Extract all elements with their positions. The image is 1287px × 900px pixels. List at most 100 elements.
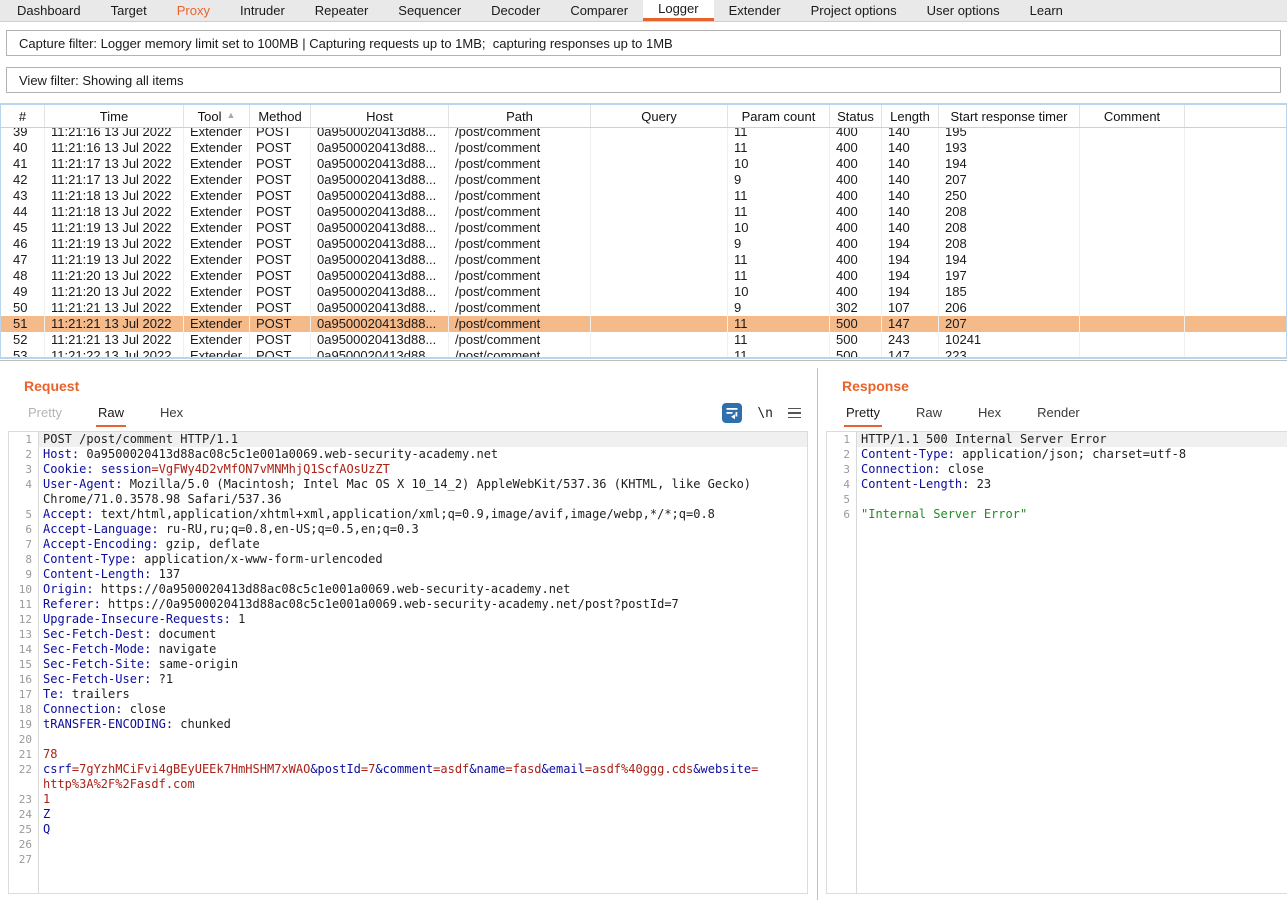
newline-icon[interactable]: \n bbox=[757, 406, 773, 421]
menu-tab-project-options[interactable]: Project options bbox=[796, 0, 912, 21]
cell-host: 0a9500020413d88... bbox=[311, 316, 449, 332]
cell-start-response-timer: 197 bbox=[939, 268, 1080, 284]
request-line-7: 7Accept-Encoding: gzip, deflate bbox=[9, 537, 807, 552]
cell-query bbox=[591, 220, 728, 236]
code-text: Content-Type: application/x-www-form-url… bbox=[39, 552, 807, 567]
table-row-40[interactable]: 4011:21:16 13 Jul 2022ExtenderPOST0a9500… bbox=[1, 140, 1286, 156]
header-label: Start response timer bbox=[950, 109, 1067, 124]
header-cell-path[interactable]: Path bbox=[449, 105, 591, 127]
menu-tab-sequencer[interactable]: Sequencer bbox=[383, 0, 476, 21]
capture-filter-bar[interactable]: Capture filter: Logger memory limit set … bbox=[6, 30, 1281, 56]
line-number: 15 bbox=[9, 657, 39, 672]
code-segment: = bbox=[751, 762, 758, 776]
menu-tab-proxy[interactable]: Proxy bbox=[162, 0, 225, 21]
table-row-53[interactable]: 5311:21:22 13 Jul 2022ExtenderPOST0a9500… bbox=[1, 348, 1286, 357]
table-row-52[interactable]: 5211:21:21 13 Jul 2022ExtenderPOST0a9500… bbox=[1, 332, 1286, 348]
code-segment: Sec-Fetch-Dest: bbox=[43, 627, 151, 641]
header-label: # bbox=[19, 109, 26, 124]
menu-tab-repeater[interactable]: Repeater bbox=[300, 0, 383, 21]
cell-param-count: 9 bbox=[728, 236, 830, 252]
response-tab-render[interactable]: Render bbox=[1035, 405, 1082, 427]
cell-tool: Extender bbox=[184, 204, 250, 220]
cell-tool: Extender bbox=[184, 348, 250, 357]
horizontal-splitter[interactable] bbox=[0, 360, 1287, 368]
header-cell-comment[interactable]: Comment bbox=[1080, 105, 1185, 127]
code-segment: application/x-www-form-urlencoded bbox=[137, 552, 383, 566]
cell-path: /post/comment bbox=[449, 236, 591, 252]
code-segment: csrf bbox=[43, 762, 72, 776]
response-panel-title: Response bbox=[842, 378, 1287, 394]
cell-param-count: 10 bbox=[728, 156, 830, 172]
table-row-44[interactable]: 4411:21:18 13 Jul 2022ExtenderPOST0a9500… bbox=[1, 204, 1286, 220]
header-cell-query[interactable]: Query bbox=[591, 105, 728, 127]
table-row-47[interactable]: 4711:21:19 13 Jul 2022ExtenderPOST0a9500… bbox=[1, 252, 1286, 268]
header-cell-method[interactable]: Method bbox=[250, 105, 311, 127]
menu-tab-decoder[interactable]: Decoder bbox=[476, 0, 555, 21]
request-line-21: 2178 bbox=[9, 747, 807, 762]
code-segment: Connection: bbox=[43, 702, 122, 716]
header-cell-time[interactable]: Time bbox=[45, 105, 184, 127]
code-text: Content-Length: 137 bbox=[39, 567, 807, 582]
cell-filler bbox=[1185, 300, 1286, 316]
request-tab-raw[interactable]: Raw bbox=[96, 405, 126, 427]
request-editor[interactable]: 1POST /post/comment HTTP/1.12Host: 0a950… bbox=[8, 431, 808, 894]
request-tab-hex[interactable]: Hex bbox=[158, 405, 185, 427]
cell-path: /post/comment bbox=[449, 220, 591, 236]
menu-icon[interactable] bbox=[788, 408, 801, 419]
table-row-50[interactable]: 5011:21:21 13 Jul 2022ExtenderPOST0a9500… bbox=[1, 300, 1286, 316]
view-filter-bar[interactable]: View filter: Showing all items bbox=[6, 67, 1281, 93]
cell-length: 147 bbox=[882, 348, 939, 357]
header-label: Status bbox=[837, 109, 874, 124]
menu-tab-user-options[interactable]: User options bbox=[912, 0, 1015, 21]
header-cell-[interactable]: # bbox=[1, 105, 45, 127]
header-cell-length[interactable]: Length bbox=[882, 105, 939, 127]
response-tab-raw[interactable]: Raw bbox=[914, 405, 944, 427]
cell-host: 0a9500020413d88... bbox=[311, 300, 449, 316]
cell-start-response-timer: 207 bbox=[939, 316, 1080, 332]
menu-tab-comparer[interactable]: Comparer bbox=[555, 0, 643, 21]
code-segment: ru-RU,ru;q=0.8,en-US;q=0.5,en;q=0.3 bbox=[159, 522, 419, 536]
table-row-46[interactable]: 4611:21:19 13 Jul 2022ExtenderPOST0a9500… bbox=[1, 236, 1286, 252]
main-menu-bar: DashboardTargetProxyIntruderRepeaterSequ… bbox=[0, 0, 1287, 22]
response-tab-pretty[interactable]: Pretty bbox=[844, 405, 882, 427]
header-cell-param-count[interactable]: Param count bbox=[728, 105, 830, 127]
menu-tab-logger[interactable]: Logger bbox=[643, 0, 713, 21]
table-row-49[interactable]: 4911:21:20 13 Jul 2022ExtenderPOST0a9500… bbox=[1, 284, 1286, 300]
request-tab-pretty[interactable]: Pretty bbox=[26, 405, 64, 427]
code-text: Q bbox=[39, 822, 807, 837]
header-label: Path bbox=[506, 109, 533, 124]
table-row-41[interactable]: 4111:21:17 13 Jul 2022ExtenderPOST0a9500… bbox=[1, 156, 1286, 172]
table-row-48[interactable]: 4811:21:20 13 Jul 2022ExtenderPOST0a9500… bbox=[1, 268, 1286, 284]
response-line-2: 2Content-Type: application/json; charset… bbox=[827, 447, 1287, 462]
menu-tab-dashboard[interactable]: Dashboard bbox=[2, 0, 96, 21]
header-cell-status[interactable]: Status bbox=[830, 105, 882, 127]
request-editor-toolbar: \n bbox=[722, 403, 801, 423]
cell-: 49 bbox=[1, 284, 45, 300]
menu-tab-intruder[interactable]: Intruder bbox=[225, 0, 300, 21]
cell-time: 11:21:17 13 Jul 2022 bbox=[45, 172, 184, 188]
header-cell-tool[interactable]: Tool▲ bbox=[184, 105, 250, 127]
table-row-42[interactable]: 4211:21:17 13 Jul 2022ExtenderPOST0a9500… bbox=[1, 172, 1286, 188]
header-cell-host[interactable]: Host bbox=[311, 105, 449, 127]
response-editor[interactable]: 1HTTP/1.1 500 Internal Server Error2Cont… bbox=[826, 431, 1287, 894]
menu-tab-learn[interactable]: Learn bbox=[1015, 0, 1078, 21]
cell-start-response-timer: 206 bbox=[939, 300, 1080, 316]
table-row-39[interactable]: 3911:21:16 13 Jul 2022ExtenderPOST0a9500… bbox=[1, 128, 1286, 140]
header-cell-start-response-timer[interactable]: Start response timer bbox=[939, 105, 1080, 127]
code-segment: HTTP/1.1 500 Internal Server Error bbox=[861, 432, 1107, 446]
cell-: 51 bbox=[1, 316, 45, 332]
menu-tab-extender[interactable]: Extender bbox=[714, 0, 796, 21]
cell-path: /post/comment bbox=[449, 204, 591, 220]
menu-tab-target[interactable]: Target bbox=[96, 0, 162, 21]
table-row-45[interactable]: 4511:21:19 13 Jul 2022ExtenderPOST0a9500… bbox=[1, 220, 1286, 236]
table-row-51[interactable]: 5111:21:21 13 Jul 2022ExtenderPOST0a9500… bbox=[1, 316, 1286, 332]
cell-filler bbox=[1185, 204, 1286, 220]
response-tab-hex[interactable]: Hex bbox=[976, 405, 1003, 427]
code-segment: session bbox=[101, 462, 152, 476]
table-row-43[interactable]: 4311:21:18 13 Jul 2022ExtenderPOST0a9500… bbox=[1, 188, 1286, 204]
pretty-print-icon[interactable] bbox=[722, 403, 742, 423]
cell-method: POST bbox=[250, 140, 311, 156]
code-segment: =VgFWy4D2vMfON7vMNMhjQ1ScfAOsUzZT bbox=[151, 462, 389, 476]
cell-host: 0a9500020413d88... bbox=[311, 252, 449, 268]
cell-start-response-timer: 185 bbox=[939, 284, 1080, 300]
